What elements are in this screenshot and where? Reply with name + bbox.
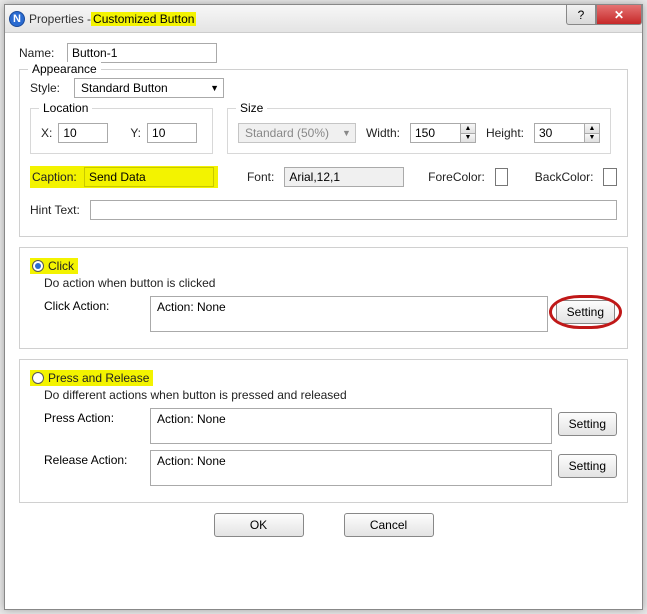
x-label: X:	[41, 126, 52, 140]
width-label: Width:	[366, 126, 400, 140]
style-select[interactable]: Standard Button ▼	[74, 78, 224, 98]
cancel-button[interactable]: Cancel	[344, 513, 434, 537]
height-input[interactable]	[534, 123, 584, 143]
hint-label: Hint Text:	[30, 203, 90, 217]
caption-label: Caption:	[32, 170, 84, 184]
chevron-down-icon: ▼	[210, 83, 219, 93]
chevron-down-icon: ▼	[342, 128, 351, 138]
dialog-window: N Properties - Customized Button ? ✕ Nam…	[4, 4, 643, 610]
release-setting-button[interactable]: Setting	[558, 454, 617, 478]
backcolor-swatch[interactable]	[603, 168, 617, 186]
press-desc: Do different actions when button is pres…	[44, 388, 617, 402]
size-preset-value: Standard (50%)	[245, 126, 329, 140]
click-setting-button[interactable]: Setting	[556, 300, 615, 324]
click-radio[interactable]	[32, 260, 44, 272]
size-legend: Size	[236, 101, 267, 115]
help-button[interactable]: ?	[566, 5, 596, 25]
click-group: Click Do action when button is clicked C…	[19, 247, 628, 349]
click-desc: Do action when button is clicked	[44, 276, 617, 290]
click-action-box: Action: None	[150, 296, 548, 332]
caption-input[interactable]	[84, 167, 214, 187]
forecolor-label: ForeColor:	[428, 170, 485, 184]
spin-up-icon[interactable]: ▲	[461, 124, 475, 134]
font-label: Font:	[247, 170, 274, 184]
y-input[interactable]	[147, 123, 197, 143]
location-group: Location X: Y:	[30, 108, 213, 154]
spin-down-icon[interactable]: ▼	[461, 134, 475, 143]
title-prefix: Properties -	[29, 12, 91, 26]
hint-input[interactable]	[90, 200, 617, 220]
backcolor-label: BackColor:	[535, 170, 594, 184]
style-label: Style:	[30, 81, 74, 95]
release-action-box: Action: None	[150, 450, 552, 486]
font-input[interactable]	[284, 167, 404, 187]
style-value: Standard Button	[81, 81, 168, 95]
size-group: Size Standard (50%) ▼ Width: ▲▼ Height:	[227, 108, 611, 154]
width-input[interactable]	[410, 123, 460, 143]
app-icon: N	[9, 11, 25, 27]
caption-highlight: Caption:	[30, 166, 218, 188]
press-radio-label: Press and Release	[48, 371, 149, 385]
title-main: Customized Button	[91, 12, 196, 26]
press-action-label: Press Action:	[44, 408, 144, 425]
press-group: Press and Release Do different actions w…	[19, 359, 628, 503]
x-input[interactable]	[58, 123, 108, 143]
name-input[interactable]	[67, 43, 217, 63]
titlebar: N Properties - Customized Button ? ✕	[5, 5, 642, 33]
ok-button[interactable]: OK	[214, 513, 304, 537]
click-action-label: Click Action:	[44, 296, 144, 313]
height-label: Height:	[486, 126, 524, 140]
width-spinner[interactable]: ▲▼	[410, 123, 476, 143]
size-preset-select[interactable]: Standard (50%) ▼	[238, 123, 356, 143]
spin-up-icon[interactable]: ▲	[585, 124, 599, 134]
close-button[interactable]: ✕	[596, 5, 642, 25]
appearance-legend: Appearance	[28, 62, 101, 76]
press-action-box: Action: None	[150, 408, 552, 444]
name-label: Name:	[19, 46, 67, 60]
y-label: Y:	[130, 126, 141, 140]
click-radio-label: Click	[48, 259, 74, 273]
release-action-label: Release Action:	[44, 450, 144, 467]
press-radio[interactable]	[32, 372, 44, 384]
spin-down-icon[interactable]: ▼	[585, 134, 599, 143]
location-legend: Location	[39, 101, 92, 115]
appearance-group: Appearance Style: Standard Button ▼ Loca…	[19, 69, 628, 237]
height-spinner[interactable]: ▲▼	[534, 123, 600, 143]
press-setting-button[interactable]: Setting	[558, 412, 617, 436]
forecolor-swatch[interactable]	[495, 168, 509, 186]
